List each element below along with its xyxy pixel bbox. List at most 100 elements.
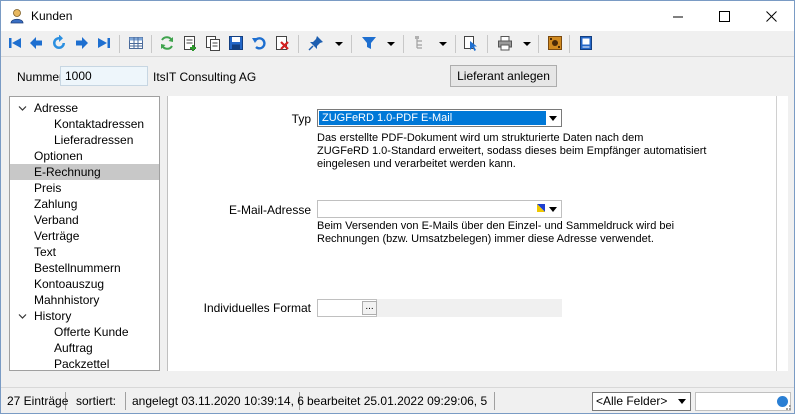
typ-dropdown-button[interactable]: [546, 111, 560, 125]
minimize-button[interactable]: [655, 1, 701, 31]
number-field[interactable]: 1000: [60, 66, 148, 86]
chevron-down-icon[interactable]: [18, 104, 27, 113]
delete-icon[interactable]: [273, 34, 291, 52]
format-field-area: ...: [317, 299, 562, 317]
info-icon[interactable]: [577, 34, 595, 52]
typ-description: Das erstellte PDF-Dokument wird um struk…: [317, 132, 707, 170]
number-label: Nummer: [17, 70, 64, 84]
kunden-window: Kunden Nummer 1000 ItsIT Consulting AG L…: [0, 0, 795, 414]
create-supplier-button[interactable]: Lieferant anlegen: [450, 65, 557, 87]
format-browse-button[interactable]: ...: [362, 301, 377, 315]
tree-item-label: E-Rechnung: [34, 165, 101, 179]
undo-icon[interactable]: [250, 34, 268, 52]
record-count: 27 Einträge: [3, 392, 68, 410]
toolbar-separator: [151, 35, 152, 53]
tree-item[interactable]: Kontaktadressen: [10, 116, 159, 132]
table-view-icon[interactable]: [127, 34, 145, 52]
navigation-tree: Adresse Kontaktadressen Lieferadressen Opti…: [9, 96, 160, 371]
toolbar-separator: [351, 35, 352, 53]
copy-record-icon[interactable]: [204, 34, 222, 52]
refresh-record-icon[interactable]: [50, 34, 68, 52]
tree-item[interactable]: Lieferadressen: [10, 132, 159, 148]
tree-item-label: Kontaktadressen: [54, 117, 145, 131]
tree-item[interactable]: Zahlung: [10, 196, 159, 212]
chevron-down-icon: [678, 399, 686, 404]
title-bar: Kunden: [1, 1, 794, 31]
previous-record-icon[interactable]: [27, 34, 45, 52]
print-icon[interactable]: [496, 34, 514, 52]
close-icon: [765, 10, 777, 22]
email-dropdown-button[interactable]: [546, 202, 560, 216]
tree-item[interactable]: Optionen: [10, 148, 159, 164]
chevron-down-icon[interactable]: [523, 40, 531, 48]
toolbar-separator: [298, 35, 299, 53]
next-record-icon[interactable]: [73, 34, 91, 52]
tree-item[interactable]: Packzettel: [10, 356, 159, 371]
tree-icon[interactable]: [412, 34, 430, 52]
chevron-down-icon: [549, 115, 557, 121]
toolbar-separator: [403, 35, 404, 53]
company-name: ItsIT Consulting AG: [153, 70, 257, 84]
tree-item[interactable]: Auftrag: [10, 340, 159, 356]
customer-icon: [10, 9, 24, 24]
chevron-down-icon[interactable]: [18, 312, 27, 321]
edited-info: bearbeitet 25.01.2022 09:29:06, 5: [303, 392, 495, 410]
last-record-icon[interactable]: [95, 34, 113, 52]
tree-item-label: Verband: [34, 213, 79, 227]
tree-item-label: Preis: [34, 181, 62, 195]
minimize-icon: [672, 16, 683, 17]
toolbar-separator: [569, 35, 570, 53]
tree-item-label: History: [34, 309, 72, 323]
typ-select[interactable]: ZUGFeRD 1.0-PDF E-Mail: [317, 109, 562, 127]
tree-item-label: Auftrag: [54, 341, 93, 355]
email-field[interactable]: [317, 200, 562, 218]
tree-item-label: Adresse: [34, 101, 79, 115]
module-icon[interactable]: [546, 34, 564, 52]
email-description: Beim Versenden von E-Mails über den Einz…: [317, 220, 675, 245]
field-select[interactable]: <Alle Felder>: [592, 392, 691, 411]
search-input[interactable]: [695, 392, 791, 411]
tree-item-label: Verträge: [34, 229, 80, 243]
first-record-icon[interactable]: [6, 34, 24, 52]
save-icon[interactable]: [227, 34, 245, 52]
sort-status: sortiert:: [72, 392, 126, 410]
vertical-scrollbar[interactable]: [776, 96, 786, 371]
typ-label: Typ: [291, 112, 311, 126]
tree-item-label: Text: [34, 245, 57, 259]
tree-item[interactable]: Mahnhistory: [10, 292, 159, 308]
tree-item[interactable]: Preis: [10, 180, 159, 196]
tree-item[interactable]: Bestellnummern: [10, 260, 159, 276]
chevron-down-icon[interactable]: [335, 40, 343, 48]
tree-item[interactable]: Verträge: [10, 228, 159, 244]
format-field[interactable]: ...: [317, 299, 377, 317]
new-record-icon[interactable]: [181, 34, 199, 52]
tree-item[interactable]: Offerte Kunde: [10, 324, 159, 340]
filter-icon[interactable]: [360, 34, 378, 52]
tree-item-label: Mahnhistory: [34, 293, 100, 307]
pin-icon[interactable]: [307, 34, 325, 52]
maximize-icon: [718, 10, 730, 22]
resize-grip-icon[interactable]: [782, 401, 792, 411]
typ-selected-value: ZUGFeRD 1.0-PDF E-Mail: [319, 111, 546, 125]
tree-item[interactable]: Kontoauszug: [10, 276, 159, 292]
chevron-down-icon[interactable]: [439, 40, 447, 48]
maximize-button[interactable]: [701, 1, 747, 31]
reload-icon[interactable]: [158, 34, 176, 52]
chevron-down-icon[interactable]: [387, 40, 395, 48]
tree-item[interactable]: History: [10, 308, 159, 324]
toolbar-separator: [538, 35, 539, 53]
close-button[interactable]: [748, 1, 794, 31]
tree-item[interactable]: E-Rechnung: [10, 164, 159, 180]
tree-item-label: Kontoauszug: [34, 277, 105, 291]
tree-item[interactable]: Text: [10, 244, 159, 260]
field-select-dropdown[interactable]: [675, 394, 689, 409]
tree-item[interactable]: Verband: [10, 212, 159, 228]
chevron-down-icon: [549, 206, 557, 212]
tree-item-label: Optionen: [34, 149, 83, 163]
format-label: Individuelles Format: [203, 301, 311, 315]
tree-item-label: Lieferadressen: [54, 133, 134, 147]
tree-item[interactable]: Adresse: [10, 100, 159, 116]
tree-item-label: Packzettel: [54, 357, 110, 371]
help-cursor-icon[interactable]: [462, 34, 480, 52]
email-label: E-Mail-Adresse: [228, 203, 311, 217]
